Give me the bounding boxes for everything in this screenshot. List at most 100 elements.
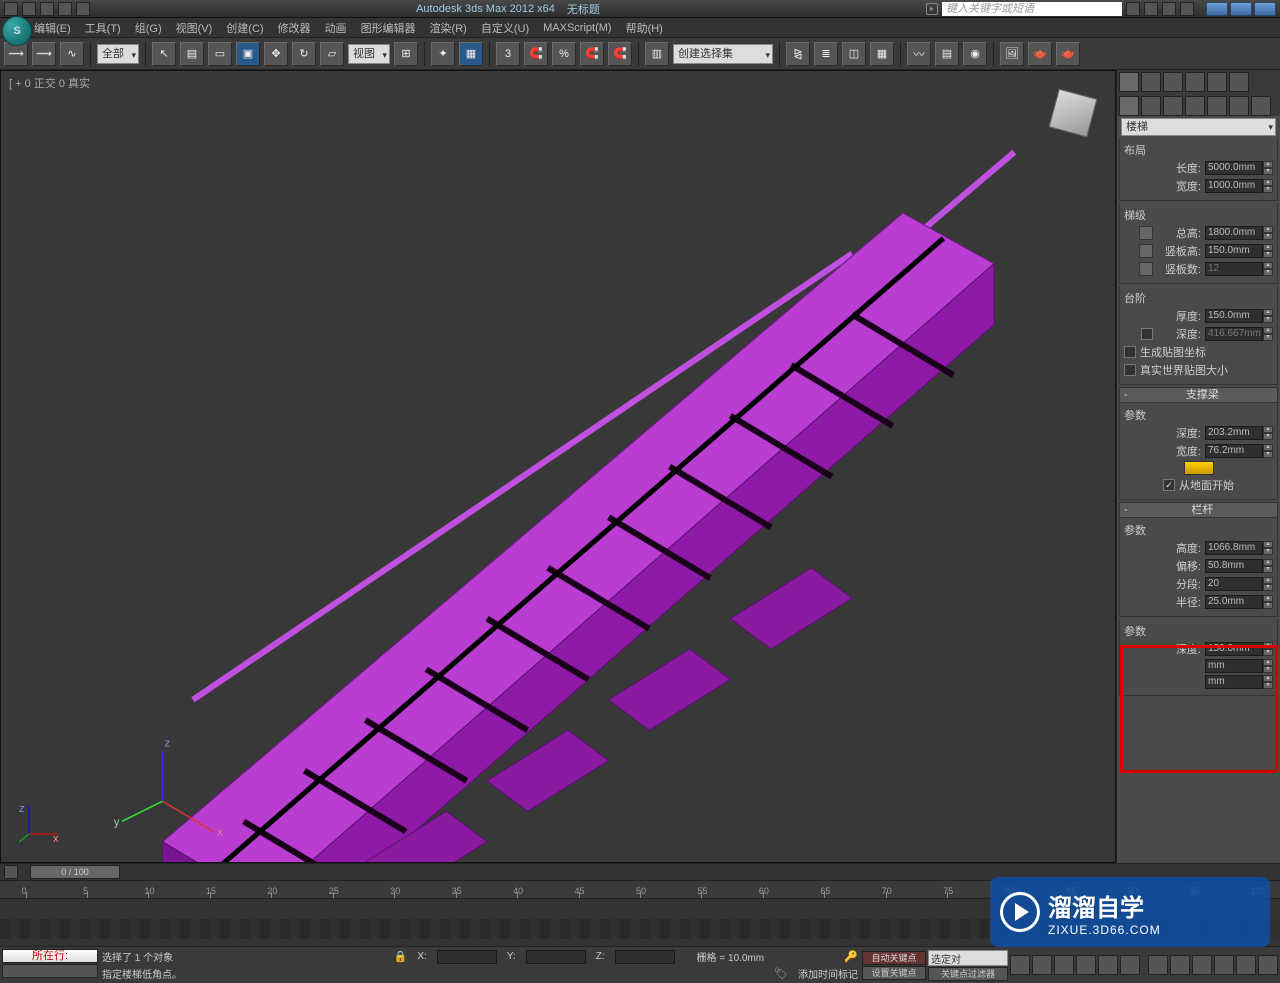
zoom-extents-icon[interactable]: [1192, 955, 1212, 975]
new-icon[interactable]: [4, 2, 18, 16]
close-button[interactable]: [1254, 2, 1276, 16]
length-input[interactable]: 5000.0mm: [1205, 161, 1263, 175]
redo-icon[interactable]: [76, 2, 90, 16]
maximize-button[interactable]: [1230, 2, 1252, 16]
z-input[interactable]: [615, 950, 675, 964]
material-icon[interactable]: ◉: [963, 42, 987, 66]
search-input[interactable]: 键入关键字或短语: [942, 2, 1122, 16]
rendered-frame-icon[interactable]: 🫖: [1028, 42, 1052, 66]
spinner-up[interactable]: ▴: [1263, 161, 1273, 168]
lock-icon[interactable]: 🔒: [394, 950, 408, 963]
riser-height-input[interactable]: 150.0mm: [1205, 244, 1263, 258]
menu-customize[interactable]: 自定义(U): [481, 20, 529, 36]
cameras-icon[interactable]: [1185, 96, 1205, 116]
open-icon[interactable]: [22, 2, 36, 16]
layer-icon[interactable]: ◫: [842, 42, 866, 66]
named-sel-icon[interactable]: ▥: [645, 42, 669, 66]
goto-start-icon[interactable]: [1010, 955, 1030, 975]
rail-header[interactable]: -栏杆: [1119, 502, 1278, 518]
menu-maxscript[interactable]: MAXScript(M): [543, 22, 611, 34]
spacewarps-icon[interactable]: [1229, 96, 1249, 116]
window-crossing-icon[interactable]: ▣: [236, 42, 260, 66]
menu-render[interactable]: 渲染(R): [430, 20, 467, 36]
selection-filter-dropdown[interactable]: 全部: [97, 44, 139, 64]
timeline-back-icon[interactable]: [4, 865, 18, 879]
select-name-icon[interactable]: ▤: [180, 42, 204, 66]
axis-gizmo[interactable]: xz: [19, 804, 59, 844]
manip-icon[interactable]: ✦: [431, 42, 455, 66]
carriage-header[interactable]: -支撑梁: [1119, 387, 1278, 403]
carriage-width-input[interactable]: 76.2mm: [1205, 444, 1263, 458]
lock-icon[interactable]: [1139, 226, 1153, 240]
unlink-icon[interactable]: ⟿: [32, 42, 56, 66]
spinner-down[interactable]: ▾: [1263, 168, 1273, 175]
motion-tab-icon[interactable]: [1185, 72, 1205, 92]
dropdown-arrow-icon[interactable]: ▸: [926, 3, 938, 15]
menu-modifiers[interactable]: 修改器: [278, 20, 311, 36]
mirror-icon[interactable]: ⧎: [786, 42, 810, 66]
script-listener-button[interactable]: 所在行:: [2, 949, 98, 963]
next-frame-icon[interactable]: [1076, 955, 1096, 975]
angle-snap-icon[interactable]: 🧲: [524, 42, 548, 66]
carriage-color-swatch[interactable]: [1184, 461, 1214, 475]
curve-editor-icon[interactable]: 〰: [907, 42, 931, 66]
extra-val2-input[interactable]: mm: [1205, 659, 1263, 673]
pan-icon[interactable]: [1148, 955, 1168, 975]
ref-coord-dropdown[interactable]: 视图: [348, 44, 390, 64]
rail-height-input[interactable]: 1066.8mm: [1205, 541, 1263, 555]
carriage-depth-input[interactable]: 203.2mm: [1205, 426, 1263, 440]
prev-frame-icon[interactable]: [1032, 955, 1052, 975]
from-ground-checkbox[interactable]: [1163, 479, 1175, 491]
rail-segs-input[interactable]: 20: [1205, 577, 1263, 591]
lock-icon[interactable]: [1139, 262, 1153, 276]
shapes-icon[interactable]: [1141, 96, 1161, 116]
extra-depth-input[interactable]: 150.0mm: [1205, 642, 1263, 656]
utilities-tab-icon[interactable]: [1229, 72, 1249, 92]
time-thumb[interactable]: 0 / 100: [30, 865, 120, 879]
menu-tools[interactable]: 工具(T): [85, 20, 121, 36]
lights-icon[interactable]: [1163, 96, 1183, 116]
lock-icon[interactable]: [1139, 244, 1153, 258]
width-input[interactable]: 1000.0mm: [1205, 179, 1263, 193]
y-input[interactable]: [526, 950, 586, 964]
binoculars-icon[interactable]: [1126, 2, 1140, 16]
maximize-viewport-icon[interactable]: [1258, 955, 1278, 975]
sparkle-icon[interactable]: [1144, 2, 1158, 16]
schematic-icon[interactable]: ▤: [935, 42, 959, 66]
fov-icon[interactable]: [1214, 955, 1234, 975]
time-config-icon[interactable]: [1120, 955, 1140, 975]
star-icon[interactable]: [1162, 2, 1176, 16]
hierarchy-tab-icon[interactable]: [1163, 72, 1183, 92]
create-tab-icon[interactable]: [1119, 72, 1139, 92]
modify-tab-icon[interactable]: [1141, 72, 1161, 92]
key-icon[interactable]: 🔑: [844, 950, 858, 963]
real-world-checkbox[interactable]: [1124, 364, 1136, 376]
menu-edit[interactable]: 编辑(E): [34, 20, 71, 36]
orbit-icon[interactable]: [1236, 955, 1256, 975]
add-timetag[interactable]: 添加时间标记: [798, 966, 858, 981]
auto-key-button[interactable]: 自动关键点: [862, 951, 926, 965]
riser-count-input[interactable]: 12: [1205, 262, 1263, 276]
percent-snap-icon[interactable]: %: [552, 42, 576, 66]
viewport[interactable]: [ + 0 正交 0 真实: [0, 70, 1116, 863]
render-icon[interactable]: 🫖: [1056, 42, 1080, 66]
object-type-dropdown[interactable]: 楼梯: [1121, 118, 1276, 136]
rail-radius-input[interactable]: 25.0mm: [1205, 595, 1263, 609]
undo-icon[interactable]: [58, 2, 72, 16]
thickness-input[interactable]: 150.0mm: [1205, 309, 1263, 323]
named-set-dropdown[interactable]: 创建选择集: [673, 44, 773, 64]
helpers-icon[interactable]: [1207, 96, 1227, 116]
play-icon[interactable]: [1054, 955, 1074, 975]
extra-val3-input[interactable]: mm: [1205, 675, 1263, 689]
rail-offset-input[interactable]: 50.8mm: [1205, 559, 1263, 573]
rotate-icon[interactable]: ↻: [292, 42, 316, 66]
snap3-icon[interactable]: 3: [496, 42, 520, 66]
axis-icon[interactable]: 🧲: [608, 42, 632, 66]
menu-group[interactable]: 组(G): [135, 20, 162, 36]
menu-create[interactable]: 创建(C): [226, 20, 263, 36]
save-icon[interactable]: [40, 2, 54, 16]
gen-coords-checkbox[interactable]: [1124, 346, 1136, 358]
keymode-dropdown[interactable]: 选定对: [928, 950, 1008, 966]
menu-graph[interactable]: 图形编辑器: [361, 20, 416, 36]
bind-icon[interactable]: ∿: [60, 42, 84, 66]
